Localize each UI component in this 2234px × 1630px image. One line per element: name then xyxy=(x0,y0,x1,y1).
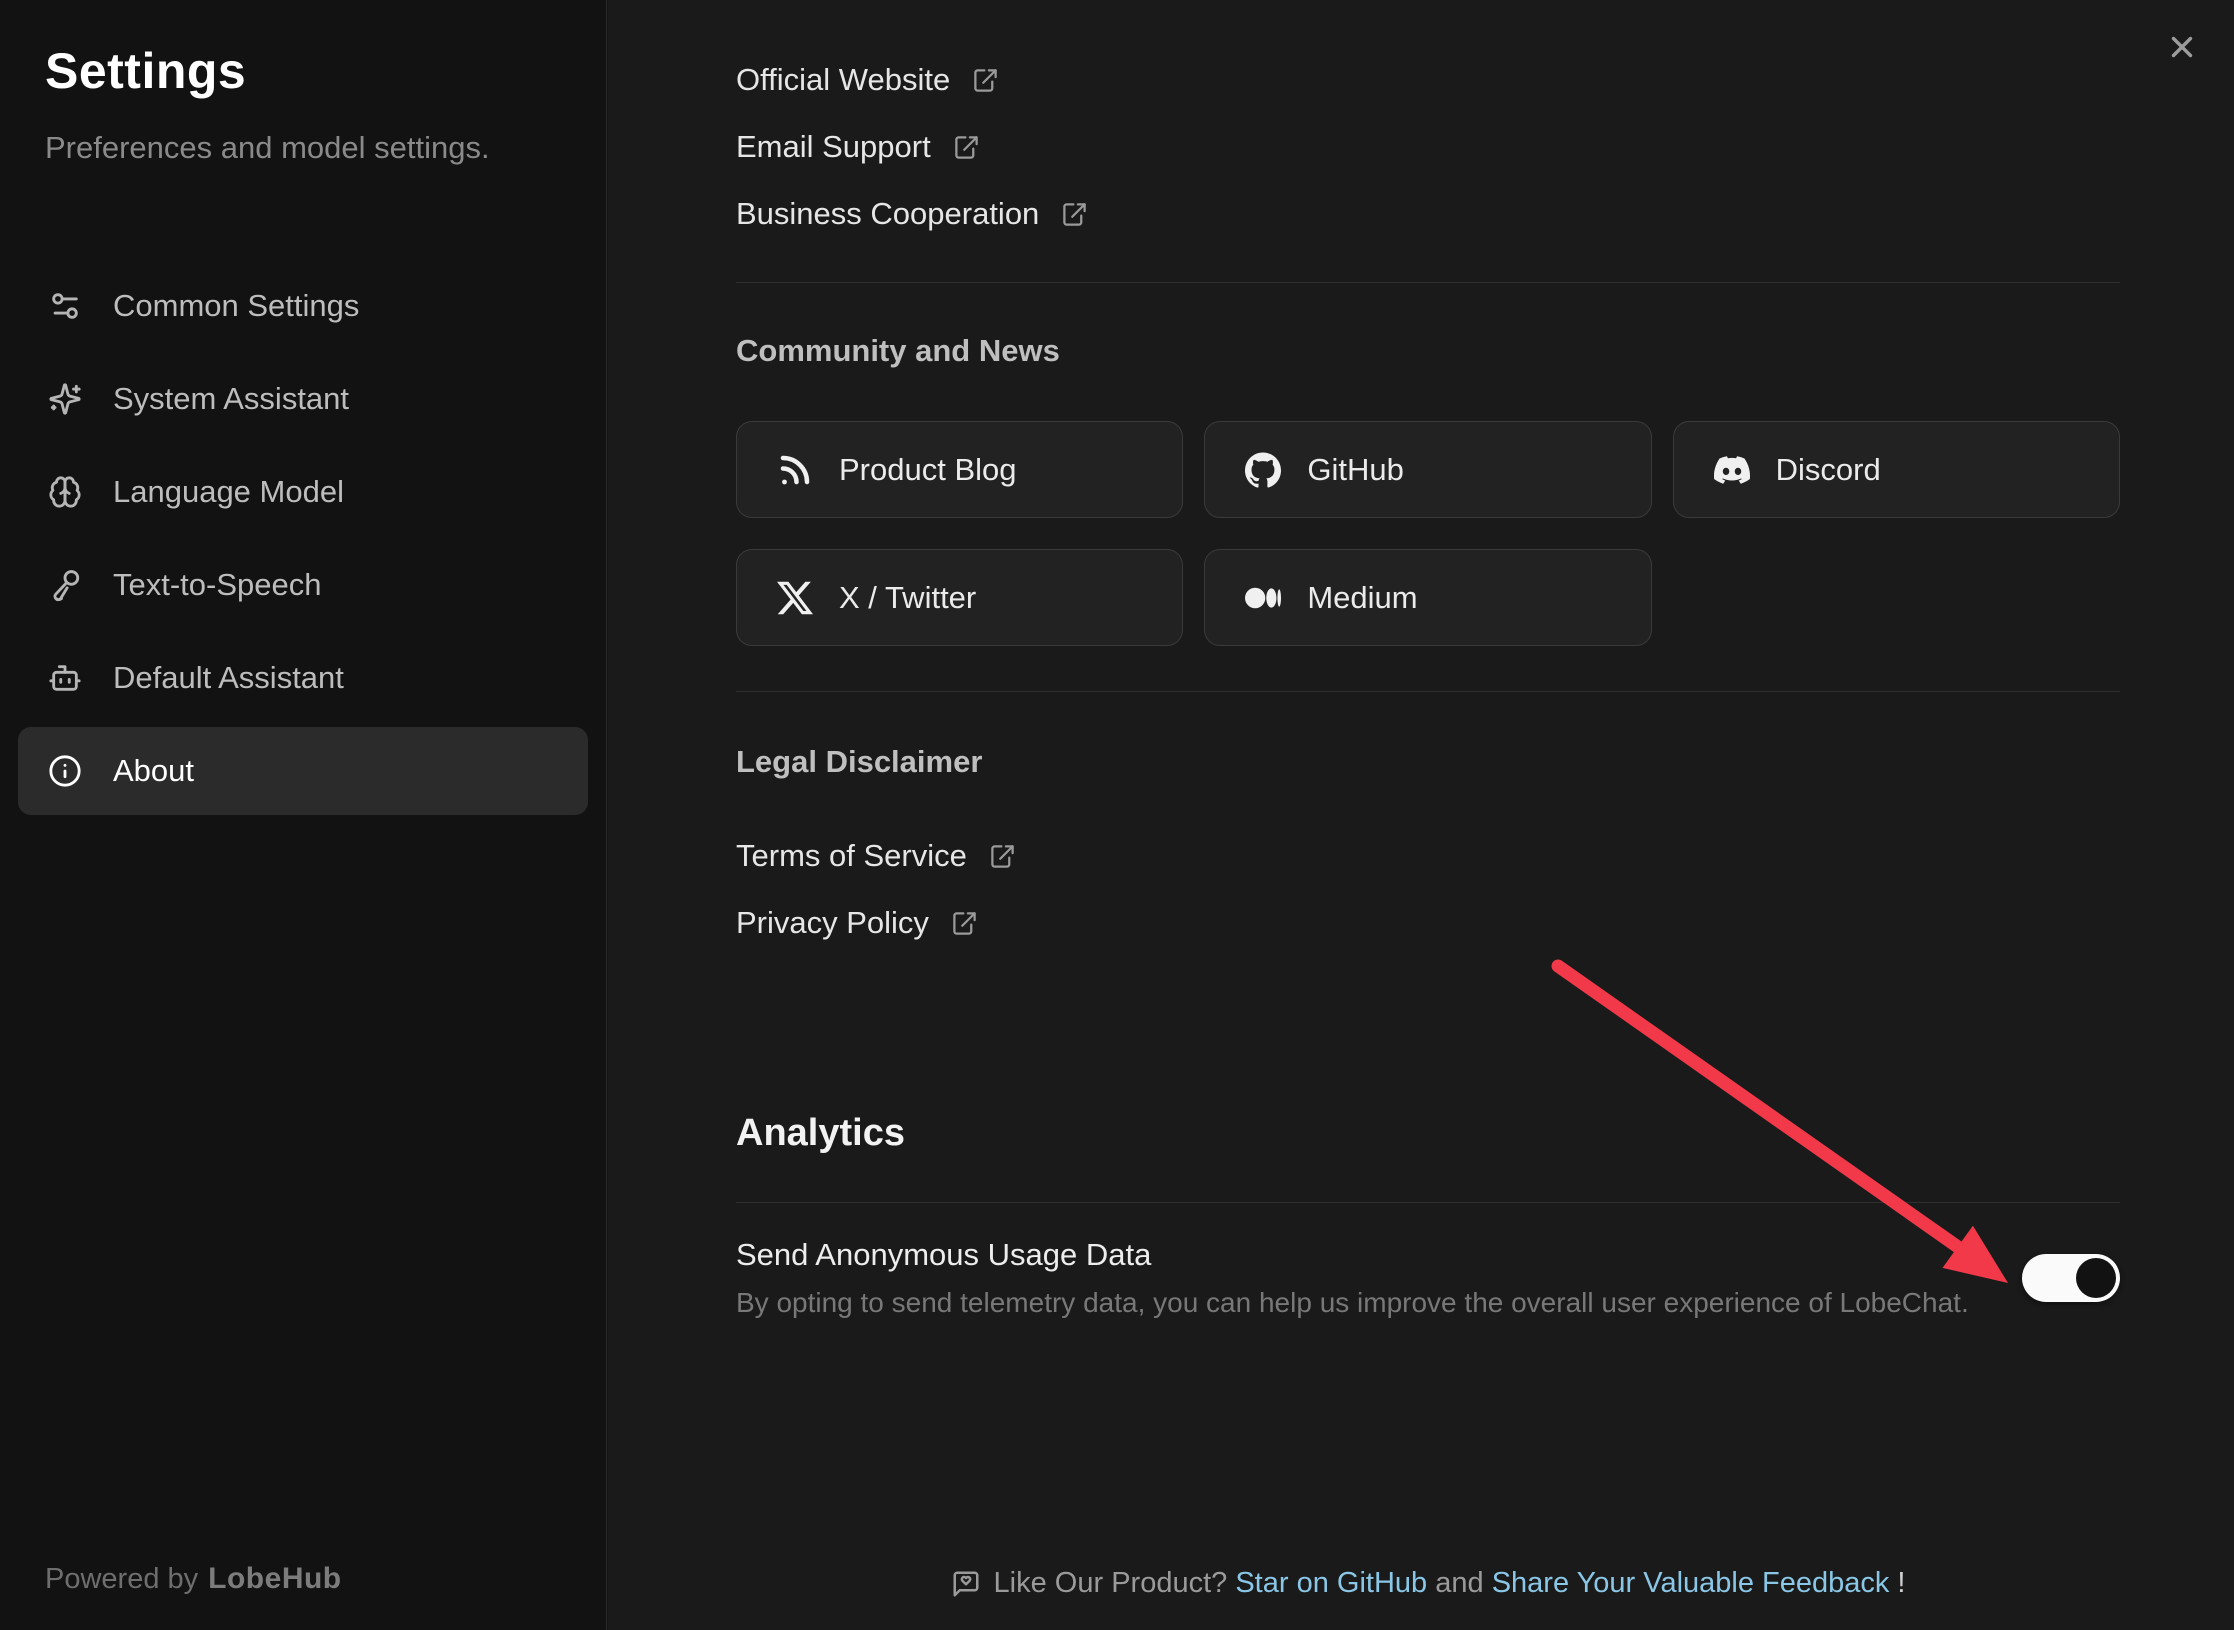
medium-button[interactable]: Medium xyxy=(1204,549,1651,646)
link-label: Terms of Service xyxy=(736,838,967,874)
bot-icon xyxy=(48,661,82,695)
product-blog-button[interactable]: Product Blog xyxy=(736,421,1183,518)
github-icon xyxy=(1245,452,1281,488)
x-twitter-button[interactable]: X / Twitter xyxy=(736,549,1183,646)
medium-icon xyxy=(1245,580,1281,616)
page-title: Settings xyxy=(45,42,588,100)
discord-button[interactable]: Discord xyxy=(1673,421,2120,518)
star-on-github-link[interactable]: Star on GitHub xyxy=(1235,1567,1427,1600)
sidebar-item-language-model[interactable]: Language Model xyxy=(18,448,588,536)
settings-nav: Common Settings System Assistant Languag… xyxy=(18,262,588,815)
discord-icon xyxy=(1714,452,1750,488)
footer-text: Like Our Product? xyxy=(994,1567,1228,1600)
link-label: Privacy Policy xyxy=(736,905,929,941)
privacy-policy-link[interactable]: Privacy Policy xyxy=(736,901,2120,945)
divider xyxy=(736,691,2120,692)
sidebar-item-text-to-speech[interactable]: Text-to-Speech xyxy=(18,541,588,629)
close-icon[interactable] xyxy=(2165,30,2199,64)
divider xyxy=(736,282,2120,283)
sparkles-icon xyxy=(48,382,82,416)
sidebar-item-default-assistant[interactable]: Default Assistant xyxy=(18,634,588,722)
sidebar-item-label: Default Assistant xyxy=(113,660,344,696)
button-label: X / Twitter xyxy=(839,580,976,616)
link-label: Official Website xyxy=(736,62,950,98)
share-feedback-link[interactable]: Share Your Valuable Feedback xyxy=(1492,1567,1890,1600)
brain-icon xyxy=(48,475,82,509)
spacer xyxy=(1427,1567,1435,1600)
powered-by: Powered by LobeHub xyxy=(45,1562,342,1596)
sidebar-item-label: System Assistant xyxy=(113,381,349,417)
external-link-icon xyxy=(953,134,980,161)
external-link-icon xyxy=(1061,201,1088,228)
contact-us-heading: Contact Us xyxy=(736,0,2120,8)
external-link-icon xyxy=(972,67,999,94)
sidebar-item-label: Language Model xyxy=(113,474,344,510)
spacer xyxy=(1484,1567,1492,1600)
usage-data-texts: Send Anonymous Usage Data By opting to s… xyxy=(736,1237,1969,1319)
terms-of-service-link[interactable]: Terms of Service xyxy=(736,834,2120,878)
community-buttons: Product Blog GitHub Discord X / Twitter … xyxy=(736,421,2120,646)
sidebar-item-system-assistant[interactable]: System Assistant xyxy=(18,355,588,443)
divider xyxy=(736,1202,2120,1203)
message-heart-icon xyxy=(951,1569,981,1599)
business-cooperation-link[interactable]: Business Cooperation xyxy=(736,192,2120,236)
button-label: Discord xyxy=(1776,452,1881,488)
spacer xyxy=(1227,1567,1235,1600)
page-subtitle: Preferences and model settings. xyxy=(45,130,588,166)
rss-icon xyxy=(777,452,813,488)
contact-links: Official Website Email Support Business … xyxy=(736,58,2120,236)
email-support-link[interactable]: Email Support xyxy=(736,125,2120,169)
external-link-icon xyxy=(989,843,1016,870)
footer-text: ! xyxy=(1897,1567,1905,1600)
sidebar-item-label: Text-to-Speech xyxy=(113,567,322,603)
community-heading: Community and News xyxy=(736,331,2120,371)
legal-links: Terms of Service Privacy Policy xyxy=(736,834,2120,945)
legal-heading: Legal Disclaimer xyxy=(736,742,2120,782)
analytics-heading: Analytics xyxy=(736,1112,2120,1155)
external-link-icon xyxy=(951,910,978,937)
about-settings-panel: Contact Us Official Website Email Suppor… xyxy=(608,0,2234,1630)
github-button[interactable]: GitHub xyxy=(1204,421,1651,518)
powered-by-text: Powered by xyxy=(45,1563,198,1595)
button-label: Medium xyxy=(1307,580,1417,616)
button-label: Product Blog xyxy=(839,452,1017,488)
usage-data-description: By opting to send telemetry data, you ca… xyxy=(736,1287,1969,1319)
feedback-footer: Like Our Product? Star on GitHub and Sha… xyxy=(736,1567,2120,1600)
mic-icon xyxy=(48,568,82,602)
usage-data-title: Send Anonymous Usage Data xyxy=(736,1237,1969,1273)
footer-text: and xyxy=(1435,1567,1483,1600)
sidebar-item-label: About xyxy=(113,753,194,789)
toggle-knob xyxy=(2076,1258,2116,1298)
usage-data-setting: Send Anonymous Usage Data By opting to s… xyxy=(736,1237,2120,1319)
sliders-icon xyxy=(48,289,82,323)
usage-data-toggle[interactable] xyxy=(2022,1254,2120,1302)
settings-sidebar: Settings Preferences and model settings.… xyxy=(0,0,607,1630)
official-website-link[interactable]: Official Website xyxy=(736,58,2120,102)
sidebar-item-about[interactable]: About xyxy=(18,727,588,815)
sidebar-item-label: Common Settings xyxy=(113,288,359,324)
link-label: Business Cooperation xyxy=(736,196,1039,232)
info-icon xyxy=(48,754,82,788)
x-twitter-icon xyxy=(777,580,813,616)
button-label: GitHub xyxy=(1307,452,1403,488)
lobehub-logo: LobeHub xyxy=(208,1562,341,1595)
link-label: Email Support xyxy=(736,129,931,165)
sidebar-item-common-settings[interactable]: Common Settings xyxy=(18,262,588,350)
